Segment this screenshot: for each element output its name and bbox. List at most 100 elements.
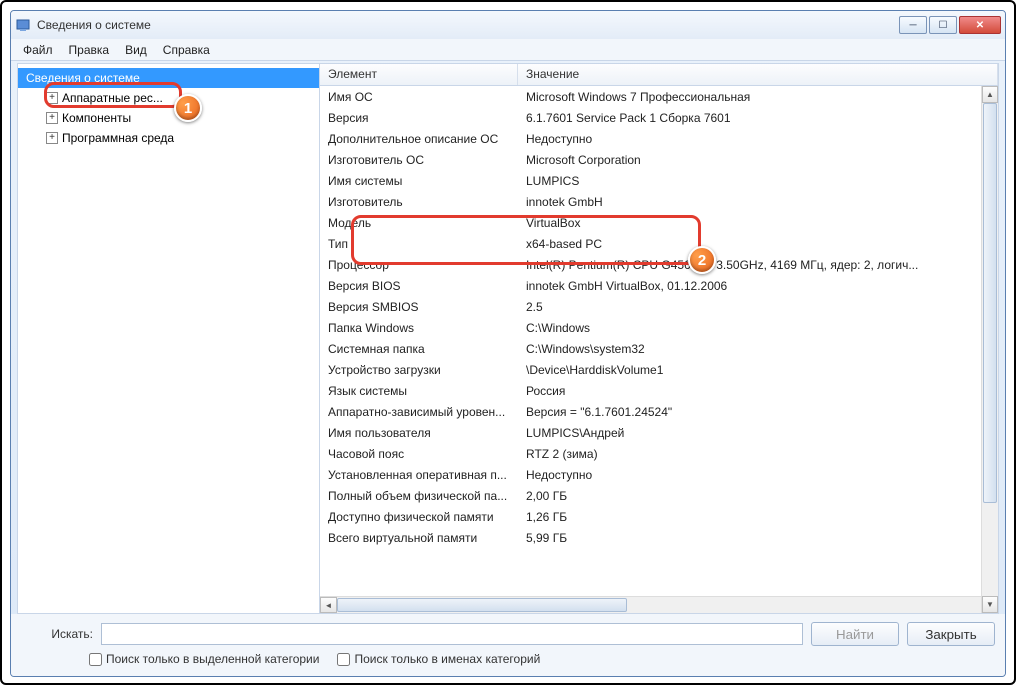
scroll-left-icon[interactable]: ◄ xyxy=(320,597,337,613)
row-value: Россия xyxy=(518,384,998,398)
table-row[interactable]: Версия6.1.7601 Service Pack 1 Сборка 760… xyxy=(320,107,998,128)
row-key: Всего виртуальной памяти xyxy=(320,531,518,545)
opt-names[interactable]: Поиск только в именах категорий xyxy=(337,652,540,666)
tree-root-label: Сведения о системе xyxy=(26,71,140,85)
row-value: 2.5 xyxy=(518,300,998,314)
expand-icon[interactable]: + xyxy=(46,132,58,144)
table-row[interactable]: Версия BIOSinnotek GmbH VirtualBox, 01.1… xyxy=(320,275,998,296)
table-row[interactable]: Полный объем физической па...2,00 ГБ xyxy=(320,485,998,506)
row-key: Аппаратно-зависимый уровен... xyxy=(320,405,518,419)
row-key: Часовой пояс xyxy=(320,447,518,461)
col-value[interactable]: Значение xyxy=(518,64,998,85)
hscroll-thumb[interactable] xyxy=(337,598,627,612)
table-row[interactable]: Язык системыРоссия xyxy=(320,380,998,401)
row-value: Microsoft Windows 7 Профессиональная xyxy=(518,90,998,104)
row-key: Версия SMBIOS xyxy=(320,300,518,314)
row-key: Изготовитель xyxy=(320,195,518,209)
tree-item-software[interactable]: + Программная среда xyxy=(18,128,319,148)
opt-names-label: Поиск только в именах категорий xyxy=(354,652,540,666)
row-value: 6.1.7601 Service Pack 1 Сборка 7601 xyxy=(518,111,998,125)
row-key: Дополнительное описание ОС xyxy=(320,132,518,146)
opt-category-checkbox[interactable] xyxy=(89,653,102,666)
vertical-scrollbar[interactable]: ▲ ▼ xyxy=(981,86,998,613)
table-row[interactable]: Аппаратно-зависимый уровен...Версия = "6… xyxy=(320,401,998,422)
row-value: 2,00 ГБ xyxy=(518,489,998,503)
expand-icon[interactable]: + xyxy=(46,92,58,104)
row-value: \Device\HarddiskVolume1 xyxy=(518,363,998,377)
row-value: C:\Windows xyxy=(518,321,998,335)
scroll-down-icon[interactable]: ▼ xyxy=(982,596,998,613)
maximize-button[interactable]: ☐ xyxy=(929,16,957,34)
menu-help[interactable]: Справка xyxy=(155,41,218,59)
table-row[interactable]: Доступно физической памяти1,26 ГБ xyxy=(320,506,998,527)
row-key: Имя системы xyxy=(320,174,518,188)
row-key: Устройство загрузки xyxy=(320,363,518,377)
table-row[interactable]: Изготовительinnotek GmbH xyxy=(320,191,998,212)
col-element[interactable]: Элемент xyxy=(320,64,518,85)
table-row[interactable]: Версия SMBIOS2.5 xyxy=(320,296,998,317)
minimize-button[interactable]: ─ xyxy=(899,16,927,34)
row-key: Язык системы xyxy=(320,384,518,398)
row-key: Тип xyxy=(320,237,518,251)
row-key: Изготовитель ОС xyxy=(320,153,518,167)
close-search-button[interactable]: Закрыть xyxy=(907,622,995,646)
list-body: Имя ОСMicrosoft Windows 7 Профессиональн… xyxy=(320,86,998,596)
row-value: innotek GmbH VirtualBox, 01.12.2006 xyxy=(518,279,998,293)
tree-item-components[interactable]: + Компоненты xyxy=(18,108,319,128)
titlebar: Сведения о системе ─ ☐ ✕ xyxy=(11,11,1005,39)
row-value: x64-based PC xyxy=(518,237,998,251)
scroll-up-icon[interactable]: ▲ xyxy=(982,86,998,103)
table-row[interactable]: Часовой поясRTZ 2 (зима) xyxy=(320,443,998,464)
table-row[interactable]: Типx64-based PC xyxy=(320,233,998,254)
search-bar: Искать: Найти Закрыть Поиск только в выд… xyxy=(11,614,1005,676)
menu-edit[interactable]: Правка xyxy=(61,41,118,59)
scroll-thumb[interactable] xyxy=(983,103,997,503)
list-header: Элемент Значение xyxy=(320,64,998,86)
row-value: RTZ 2 (зима) xyxy=(518,447,998,461)
search-label: Искать: xyxy=(21,627,93,641)
table-row[interactable]: Установленная оперативная п...Недоступно xyxy=(320,464,998,485)
table-row[interactable]: Имя системыLUMPICS xyxy=(320,170,998,191)
row-value: Недоступно xyxy=(518,132,998,146)
row-value: Недоступно xyxy=(518,468,998,482)
row-value: LUMPICS\Андрей xyxy=(518,426,998,440)
close-button[interactable]: ✕ xyxy=(959,16,1001,34)
row-key: Версия xyxy=(320,111,518,125)
row-key: Версия BIOS xyxy=(320,279,518,293)
table-row[interactable]: Всего виртуальной памяти5,99 ГБ xyxy=(320,527,998,548)
row-key: Папка Windows xyxy=(320,321,518,335)
table-row[interactable]: МодельVirtualBox xyxy=(320,212,998,233)
table-row[interactable]: Имя пользователяLUMPICS\Андрей xyxy=(320,422,998,443)
tree-hw-label: Аппаратные рес... xyxy=(62,91,163,105)
search-input[interactable] xyxy=(101,623,803,645)
row-value: innotek GmbH xyxy=(518,195,998,209)
table-row[interactable]: Изготовитель ОСMicrosoft Corporation xyxy=(320,149,998,170)
table-row[interactable]: ПроцессорIntel(R) Pentium(R) CPU G4560 @… xyxy=(320,254,998,275)
row-value: 1,26 ГБ xyxy=(518,510,998,524)
content-area: Сведения о системе + Аппаратные рес... +… xyxy=(17,63,999,614)
menu-view[interactable]: Вид xyxy=(117,41,155,59)
table-row[interactable]: Дополнительное описание ОСНедоступно xyxy=(320,128,998,149)
find-button[interactable]: Найти xyxy=(811,622,899,646)
table-row[interactable]: Папка WindowsC:\Windows xyxy=(320,317,998,338)
tree-comp-label: Компоненты xyxy=(62,111,131,125)
row-value: Microsoft Corporation xyxy=(518,153,998,167)
window-title: Сведения о системе xyxy=(37,18,899,32)
row-value: VirtualBox xyxy=(518,216,998,230)
table-row[interactable]: Имя ОСMicrosoft Windows 7 Профессиональн… xyxy=(320,86,998,107)
opt-category[interactable]: Поиск только в выделенной категории xyxy=(89,652,319,666)
table-row[interactable]: Устройство загрузки\Device\HarddiskVolum… xyxy=(320,359,998,380)
menu-file[interactable]: Файл xyxy=(15,41,61,59)
row-key: Полный объем физической па... xyxy=(320,489,518,503)
row-value: C:\Windows\system32 xyxy=(518,342,998,356)
menubar: Файл Правка Вид Справка xyxy=(11,39,1005,61)
opt-names-checkbox[interactable] xyxy=(337,653,350,666)
expand-icon[interactable]: + xyxy=(46,112,58,124)
app-icon xyxy=(15,17,31,33)
table-row[interactable]: Системная папкаC:\Windows\system32 xyxy=(320,338,998,359)
opt-category-label: Поиск только в выделенной категории xyxy=(106,652,319,666)
horizontal-scrollbar[interactable]: ◄ ► xyxy=(320,596,998,613)
tree-root[interactable]: Сведения о системе xyxy=(18,68,319,88)
tree-item-hardware[interactable]: + Аппаратные рес... xyxy=(18,88,319,108)
row-key: Имя ОС xyxy=(320,90,518,104)
